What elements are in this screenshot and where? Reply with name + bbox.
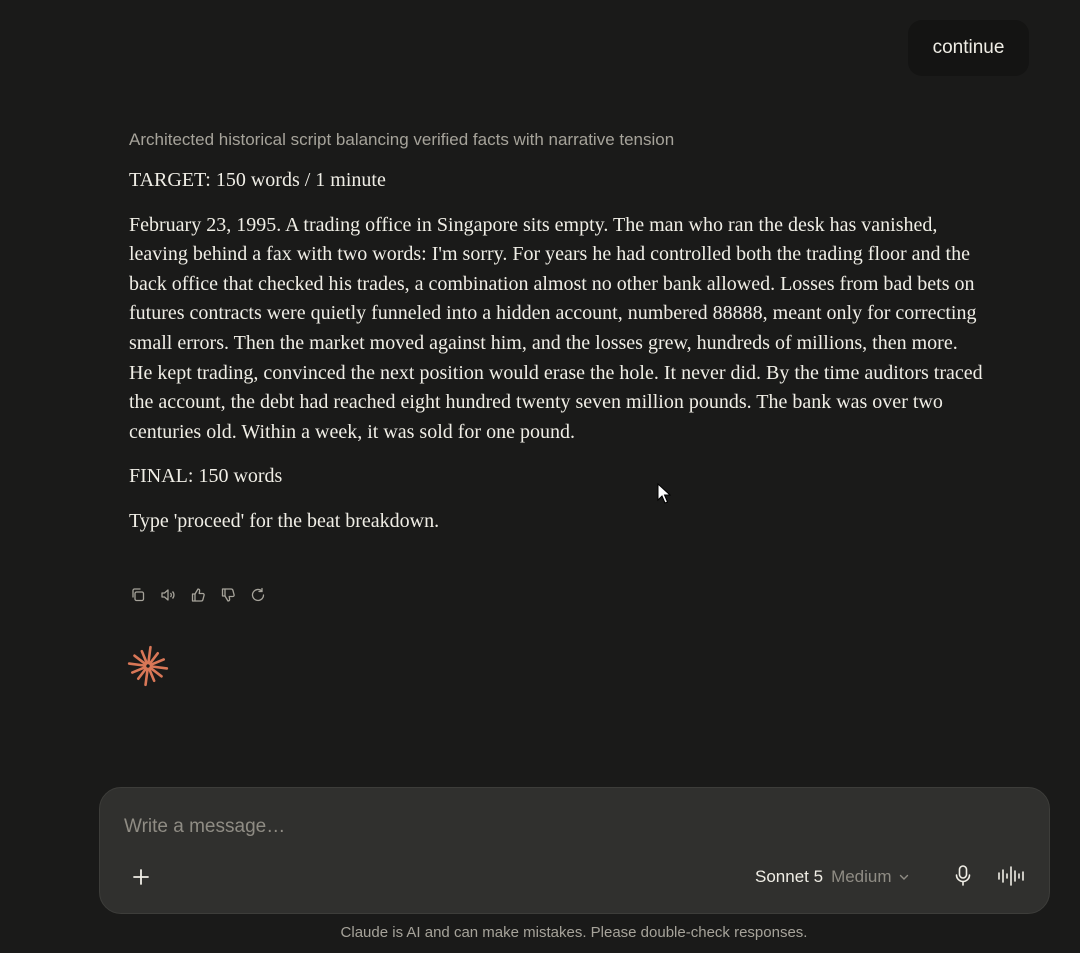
- claude-spark-icon: [127, 645, 169, 687]
- message-actions: [129, 586, 267, 604]
- retry-button[interactable]: [249, 586, 267, 604]
- user-message-text: continue: [932, 37, 1005, 58]
- speaker-icon: [161, 589, 175, 601]
- thumbs-up-icon: [191, 588, 205, 602]
- spark-ray: [144, 667, 149, 687]
- microphone-icon: [955, 865, 971, 886]
- script-paragraph: February 23, 1995. A trading office in S…: [129, 213, 983, 443]
- model-name: Sonnet 5: [755, 867, 824, 886]
- final-line: FINAL: 150 words: [129, 465, 283, 488]
- thinking-summary[interactable]: Architected historical script balancing …: [129, 128, 1009, 152]
- disclaimer: Claude is AI and can make mistakes. Plea…: [340, 924, 808, 941]
- copy-button[interactable]: [129, 586, 147, 604]
- retry-icon: [251, 587, 265, 602]
- thumbs-down-button[interactable]: [219, 586, 237, 604]
- dictation-button[interactable]: [951, 862, 975, 890]
- assistant-response: Architected historical script balancing …: [129, 128, 1009, 537]
- copy-icon: [132, 588, 145, 602]
- chevron-down-icon: [899, 874, 908, 880]
- plus-icon: [133, 869, 149, 885]
- thumbs-down-icon: [221, 588, 235, 602]
- spark-ray: [147, 645, 152, 665]
- message-composer: Sonnet 5 Medium: [99, 787, 1050, 914]
- spark-ray: [127, 662, 147, 667]
- target-line: TARGET: 150 words / 1 minute: [129, 169, 386, 191]
- model-selector[interactable]: Sonnet 5 Medium: [755, 864, 910, 890]
- thumbs-up-button[interactable]: [189, 586, 207, 604]
- voice-mode-button[interactable]: [996, 863, 1026, 889]
- read-aloud-button[interactable]: [159, 586, 177, 604]
- user-message-bubble: continue: [908, 20, 1029, 76]
- add-attachment-button[interactable]: [128, 864, 154, 890]
- model-effort: Medium: [831, 867, 892, 886]
- spark-ray: [149, 665, 169, 670]
- mouse-cursor-icon: [657, 483, 671, 504]
- voice-waveform-icon: [998, 866, 1024, 886]
- instruction-line: Type 'proceed' for the beat breakdown.: [129, 509, 440, 532]
- message-input[interactable]: [124, 814, 1004, 840]
